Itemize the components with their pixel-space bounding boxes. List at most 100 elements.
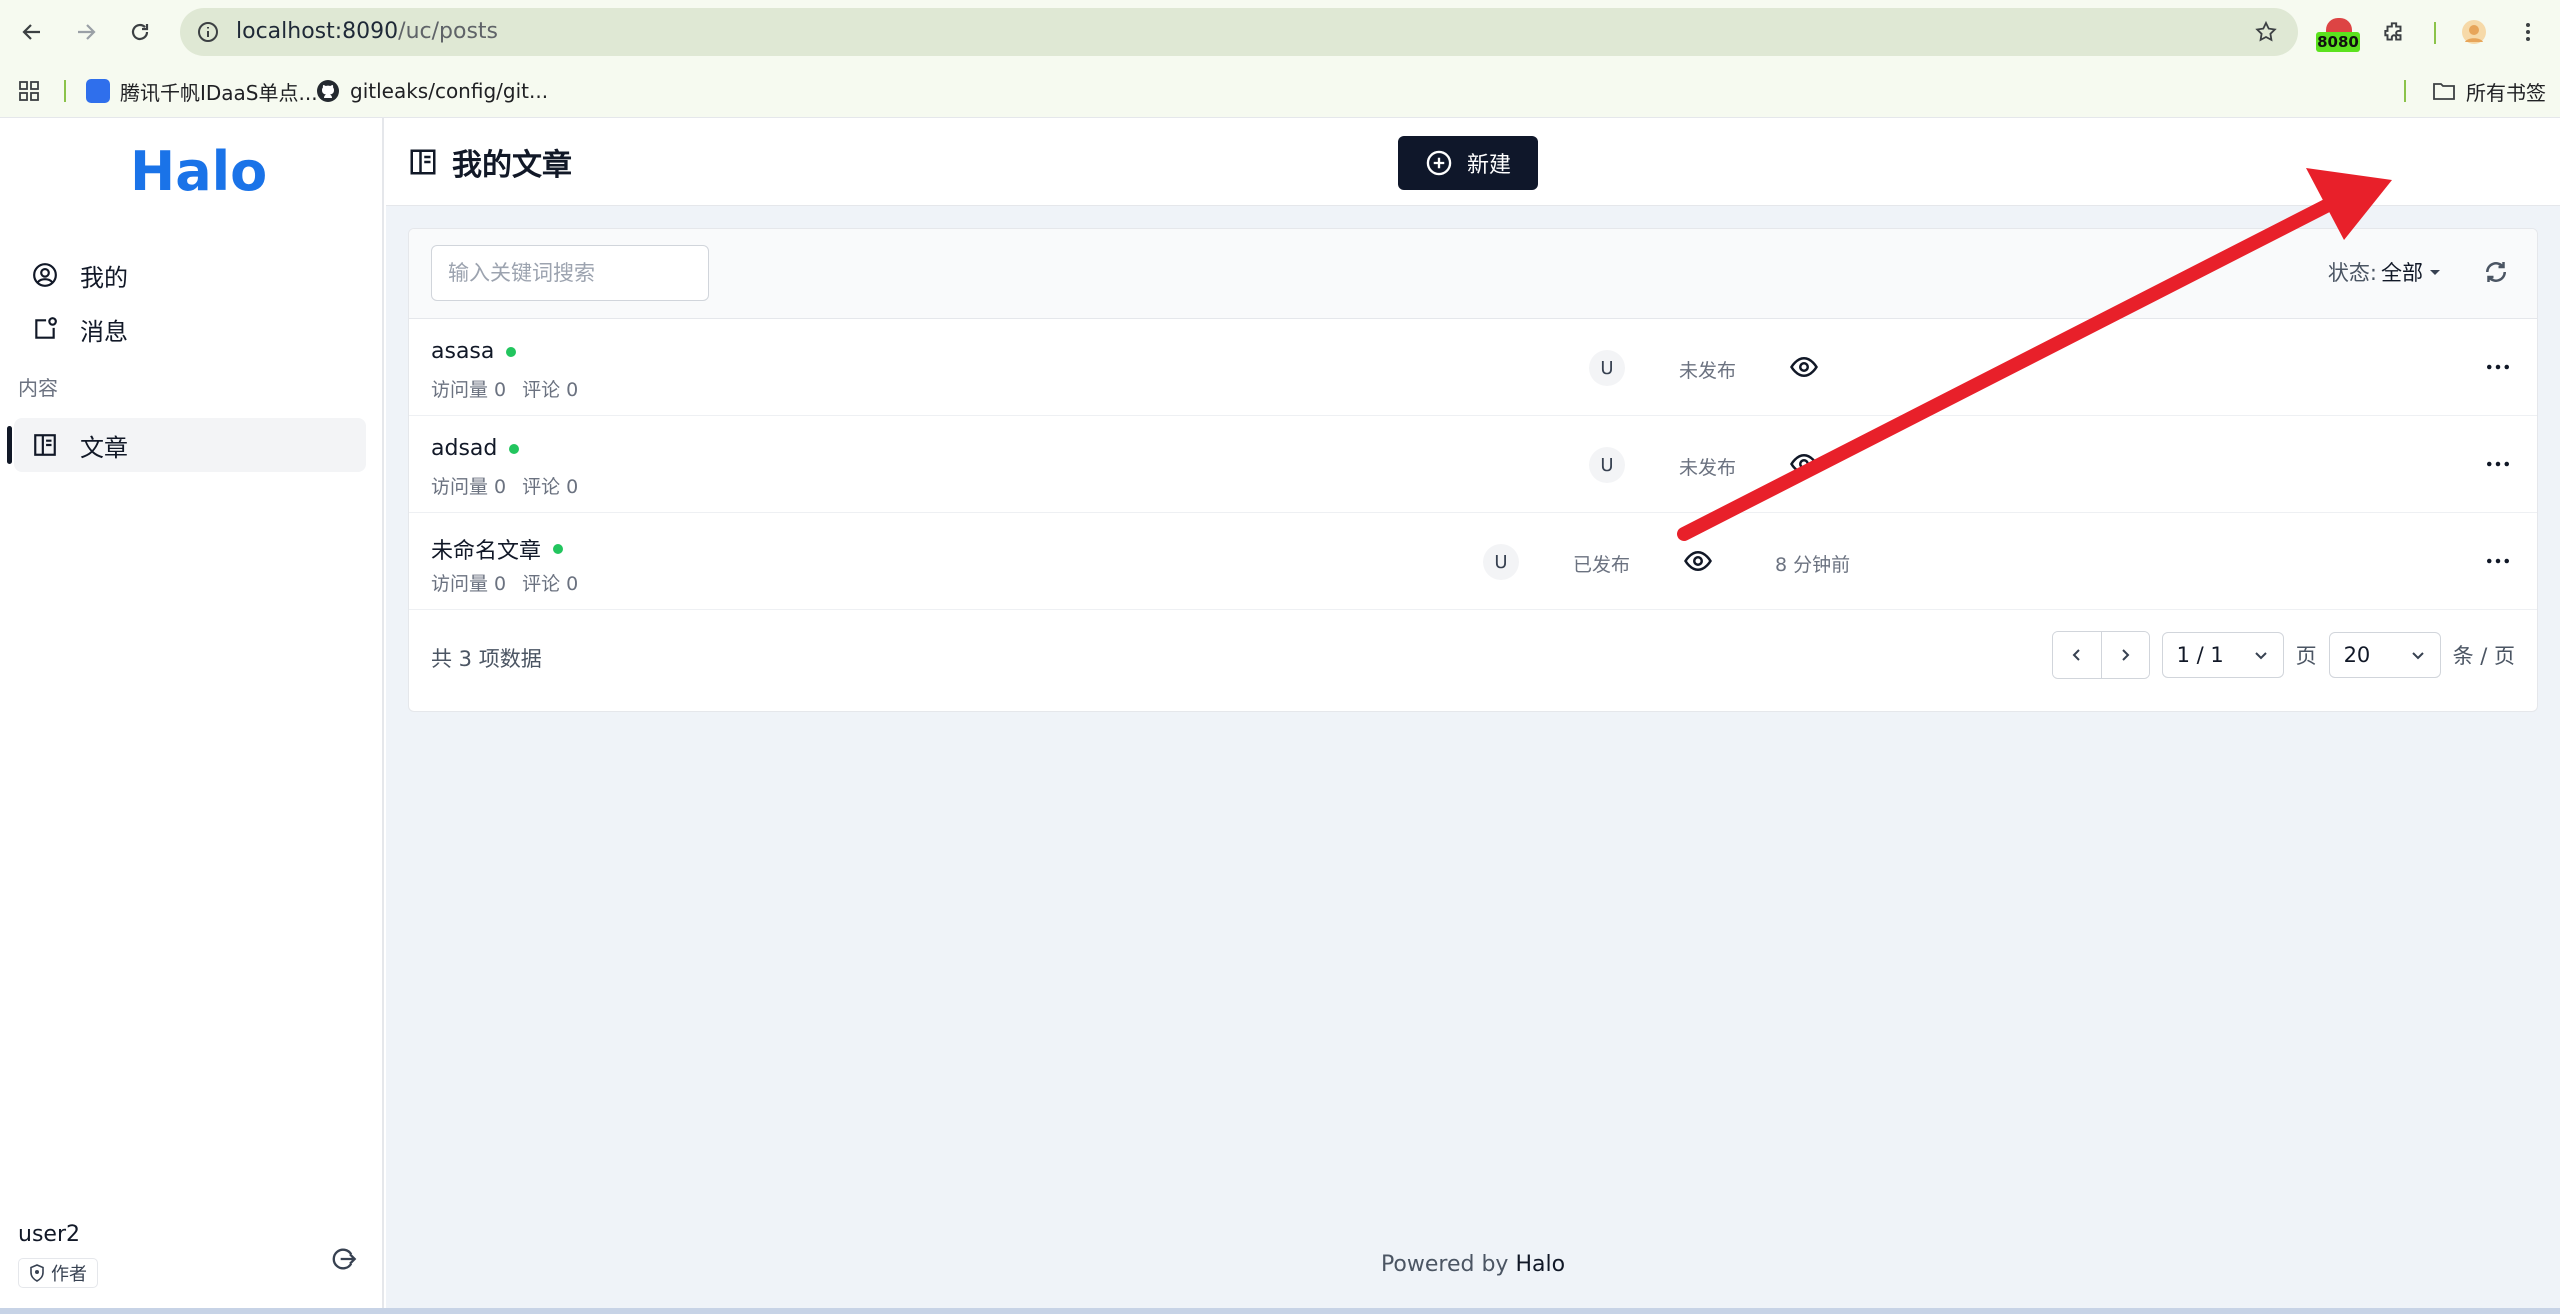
prev-page-button[interactable] — [2052, 632, 2101, 678]
url-text[interactable]: localhost:8090/uc/posts — [236, 8, 498, 56]
sidebar-item-label: 文章 — [80, 433, 128, 462]
apps-grid-icon — [19, 81, 39, 101]
chevron-down-icon — [2254, 652, 2267, 660]
sidebar-group-label: 内容 — [18, 376, 58, 400]
github-icon — [317, 80, 339, 102]
preview-eye-icon[interactable] — [1683, 546, 1713, 576]
page-title-text: 我的文章 — [452, 148, 572, 183]
page-size-unit-label: 条 / 页 — [2452, 644, 2515, 668]
post-row[interactable]: adsad 访问量 0 评论 0 U 未发布 — [409, 416, 2537, 513]
sidebar-item-label: 消息 — [80, 317, 128, 346]
page-size-select[interactable]: 20 — [2328, 632, 2441, 678]
new-post-button-label: 新建 — [1466, 153, 1511, 178]
page-header: 我的文章 新建 — [386, 118, 2560, 206]
page-title: 我的文章 — [408, 140, 572, 184]
idaas-icon — [86, 79, 110, 103]
post-views: 访问量 0 — [431, 476, 507, 498]
footer-brand-link[interactable]: Halo — [1515, 1252, 1565, 1277]
page-select[interactable]: 1 / 1 — [2161, 632, 2284, 678]
notification-icon — [35, 317, 57, 339]
plus-circle-icon — [1426, 150, 1452, 176]
more-actions-icon[interactable] — [2483, 449, 2513, 479]
author-avatar[interactable]: U — [1483, 544, 1519, 580]
extension-badge-label: 8080 — [2316, 32, 2360, 52]
profile-button[interactable] — [2458, 16, 2490, 48]
post-stats: 访问量 0 评论 0 — [431, 569, 578, 596]
sidebar-item-messages[interactable]: 消息 — [14, 302, 366, 356]
status-filter-label: 状态: — [2327, 261, 2377, 285]
current-user-name: user2 — [18, 1222, 80, 1247]
author-initial: U — [1600, 454, 1614, 476]
bookmark-idaas[interactable]: 腾讯千帆IDaaS单点... — [86, 76, 318, 106]
page-unit-label: 页 — [2295, 644, 2317, 668]
preview-eye-icon[interactable] — [1789, 352, 1819, 382]
posts-icon — [410, 149, 436, 175]
post-stats: 访问量 0 评论 0 — [431, 375, 578, 402]
browser-menu-button[interactable] — [2512, 16, 2544, 48]
author-avatar[interactable]: U — [1589, 350, 1625, 386]
profile-avatar-icon — [2462, 20, 2486, 44]
post-comments: 评论 0 — [522, 476, 579, 498]
site-info-icon[interactable] — [196, 20, 220, 44]
bookmark-star-icon[interactable] — [2254, 20, 2278, 44]
back-arrow-icon — [22, 24, 40, 40]
extensions-button[interactable] — [2378, 16, 2410, 48]
post-row[interactable]: asasa 访问量 0 评论 0 U 未发布 — [409, 319, 2537, 416]
published-dot — [553, 544, 564, 554]
post-row[interactable]: 未命名文章 访问量 0 评论 0 U 已发布 8 分钟前 — [409, 513, 2537, 610]
chevron-left-icon — [2072, 649, 2080, 661]
status-filter-value: 全部 — [2381, 261, 2423, 285]
post-title[interactable]: adsad — [431, 436, 520, 461]
author-avatar[interactable]: U — [1589, 447, 1625, 483]
bookmark-label: gitleaks/config/git... — [350, 79, 549, 103]
apps-button[interactable] — [18, 76, 40, 106]
reload-icon — [131, 23, 149, 41]
forward-button[interactable] — [70, 16, 102, 48]
pagination-nav — [2051, 631, 2150, 679]
bookmarks-bar: 腾讯千帆IDaaS单点... gitleaks/config/git... 所有… — [0, 64, 2560, 118]
shield-icon — [30, 1264, 44, 1282]
page-size-value: 20 — [2343, 643, 2371, 667]
post-updated-time: 8 分钟前 — [1775, 554, 1851, 576]
address-bar[interactable]: localhost:8090/uc/posts — [180, 8, 2298, 56]
preview-eye-icon[interactable] — [1789, 449, 1819, 479]
logout-icon — [332, 1248, 357, 1270]
more-actions-icon[interactable] — [2483, 352, 2513, 382]
post-title[interactable]: asasa — [431, 339, 517, 364]
author-initial: U — [1494, 551, 1508, 573]
sidebar-item-posts[interactable]: 文章 — [7, 418, 366, 472]
back-button[interactable] — [16, 16, 48, 48]
author-initial: U — [1600, 357, 1614, 379]
chevron-right-icon — [2122, 649, 2130, 661]
kebab-menu-icon — [2526, 23, 2530, 41]
all-bookmarks-button[interactable]: 所有书签 — [2432, 76, 2546, 106]
more-actions-icon[interactable] — [2483, 546, 2513, 576]
sidebar-item-profile[interactable]: 我的 — [14, 248, 366, 302]
posts-card: 状态: 全部 asasa 访问量 0 评论 0 U 未发布 adsad 访问量 0 评论 0 U… — [408, 228, 2538, 712]
post-title-text: asasa — [431, 339, 495, 364]
search-input[interactable] — [431, 245, 709, 301]
post-title[interactable]: 未命名文章 — [431, 533, 564, 565]
status-filter[interactable]: 状态: 全部 — [2328, 257, 2443, 287]
post-title-text: 未命名文章 — [431, 539, 542, 564]
caret-down-icon — [2430, 270, 2440, 275]
posts-toolbar: 状态: 全部 — [409, 229, 2537, 319]
next-page-button[interactable] — [2100, 632, 2149, 678]
chevron-down-icon — [2411, 652, 2424, 660]
refresh-icon[interactable] — [2481, 257, 2511, 287]
footer-prefix: Powered by — [1380, 1252, 1509, 1277]
pagination-bar: 共 3 项数据 1 / 1 页 20 条 / 页 — [409, 613, 2537, 711]
reload-button[interactable] — [124, 16, 156, 48]
post-comments: 评论 0 — [522, 379, 579, 401]
extension-8080[interactable]: 8080 — [2316, 18, 2360, 54]
post-publish-state: 未发布 — [1679, 360, 1737, 382]
logout-button[interactable] — [326, 1242, 360, 1276]
halo-logo[interactable]: Halo — [130, 142, 270, 198]
bookmark-gitleaks[interactable]: gitleaks/config/git... — [316, 76, 548, 106]
url-host: localhost:8090 — [236, 19, 399, 44]
sidebar: Halo 我的 消息 内容 文章 user2 作者 — [0, 118, 384, 1308]
user-circle-icon — [33, 263, 57, 287]
logo-text: Halo — [130, 142, 267, 198]
new-post-button[interactable]: 新建 — [1398, 136, 1538, 190]
bookmarks-separator — [64, 80, 66, 102]
